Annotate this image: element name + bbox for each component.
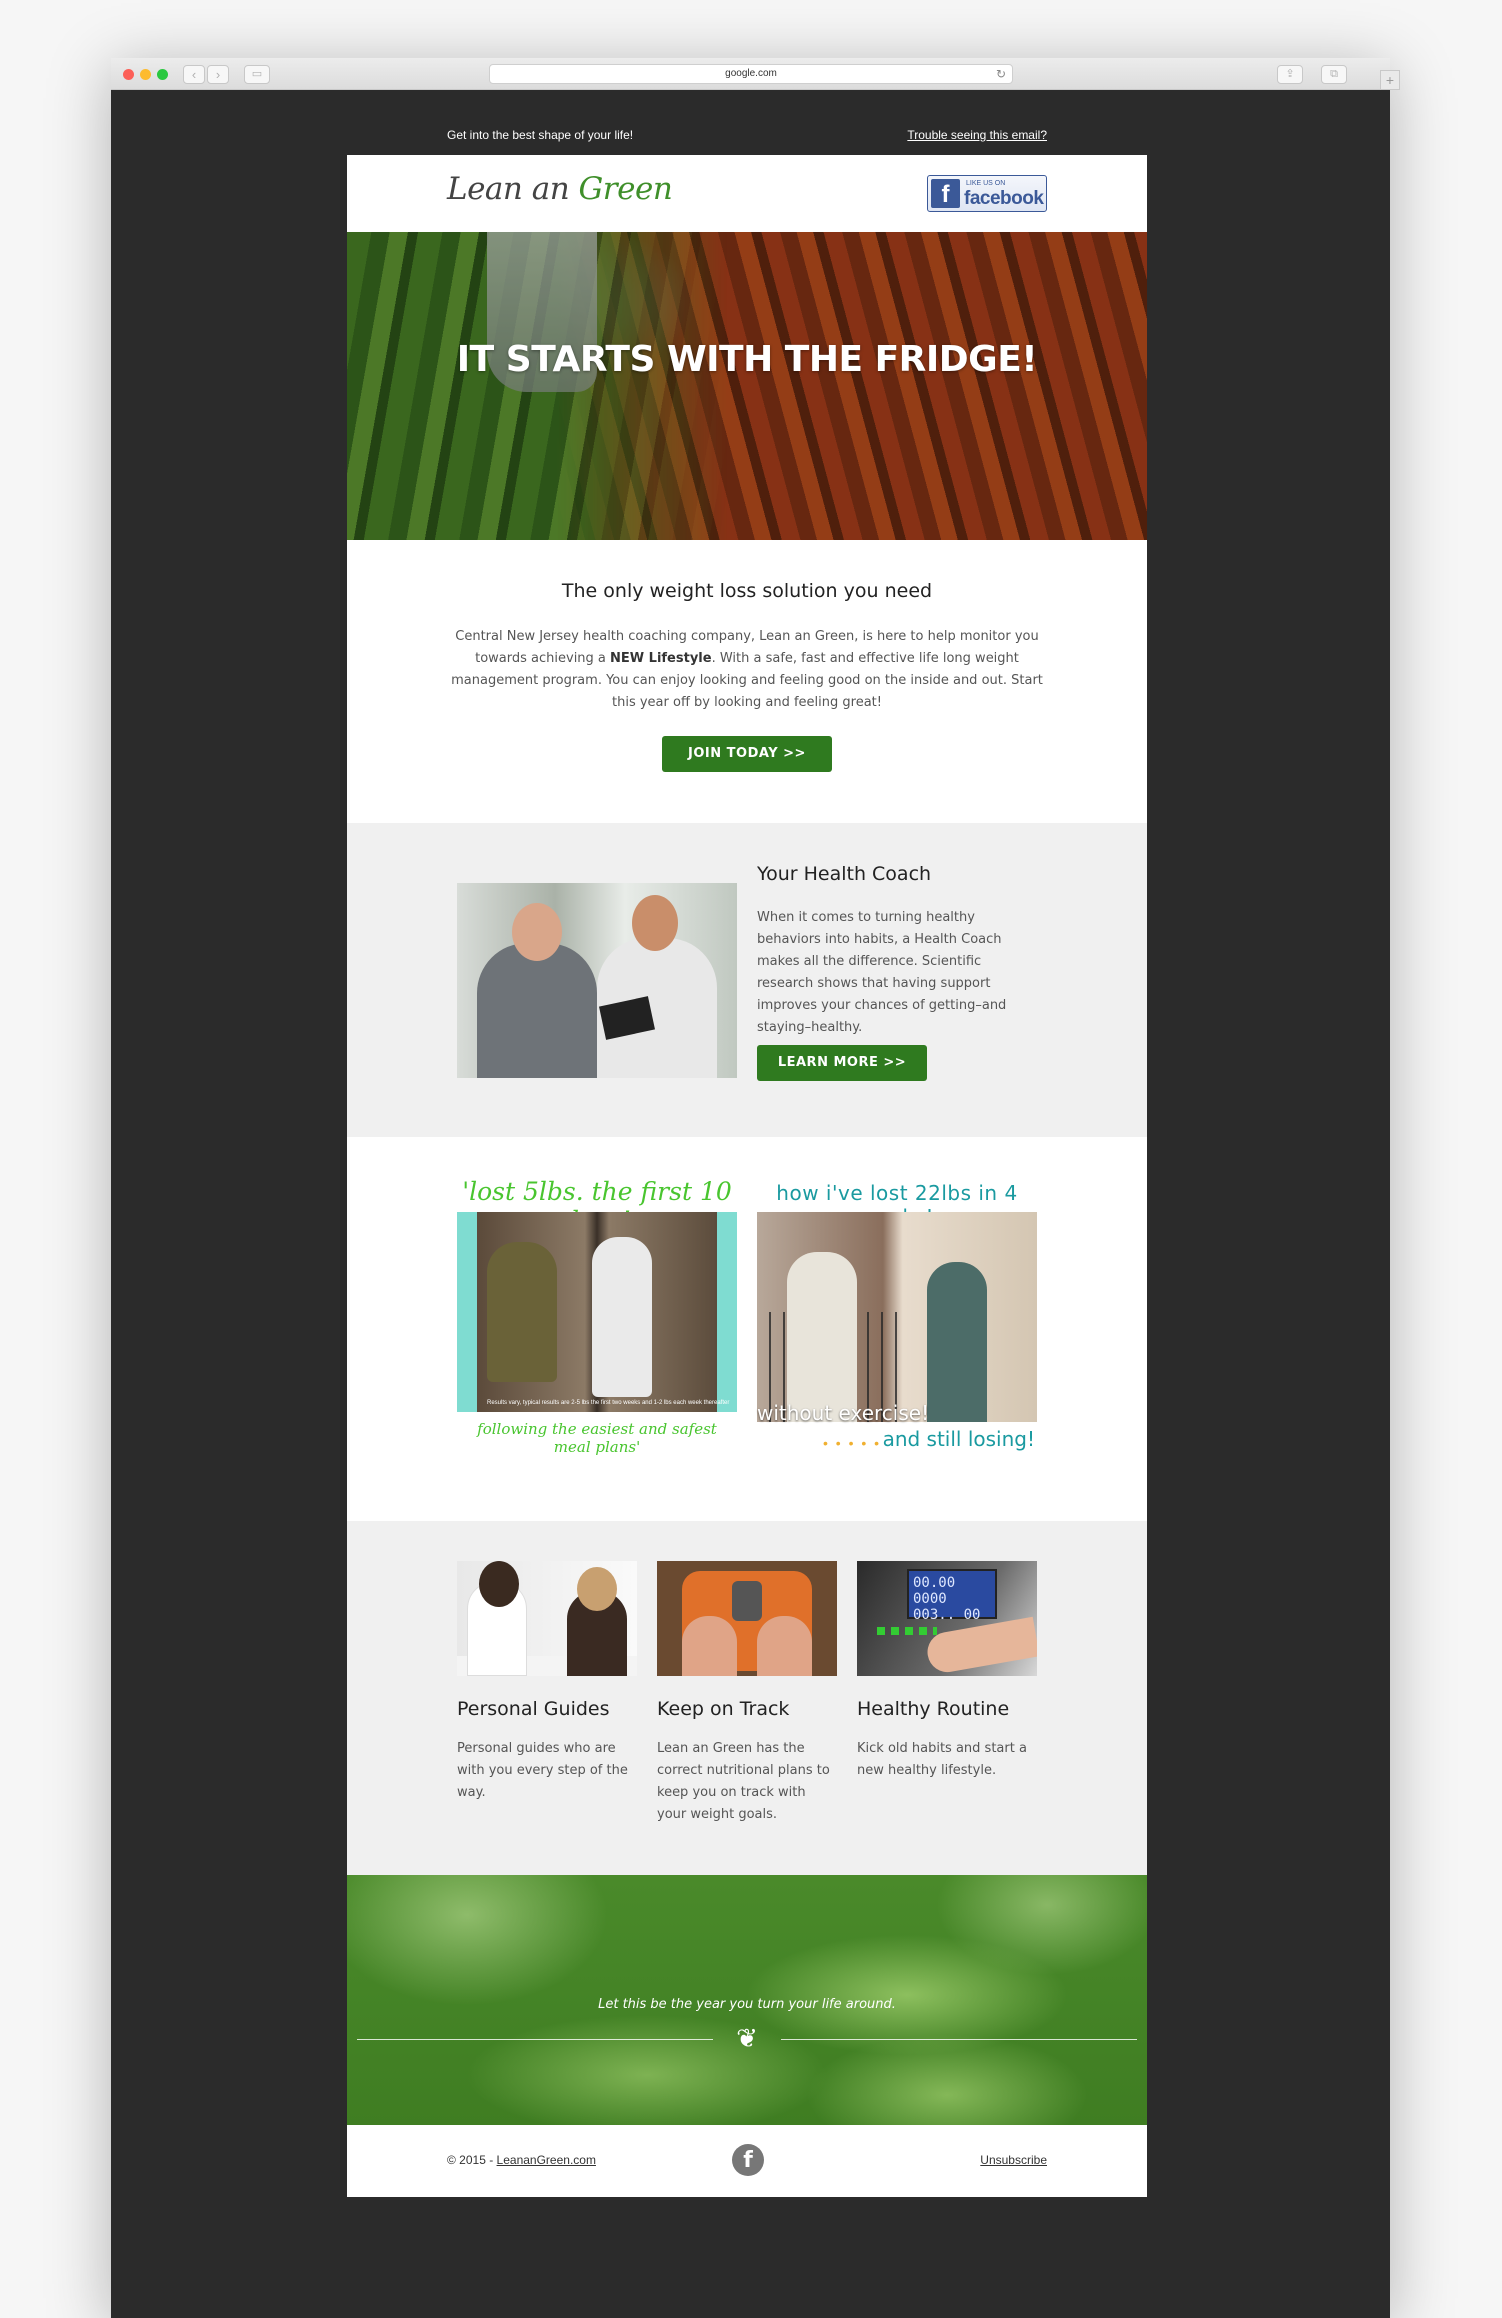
intro-body: Central New Jersey health coaching compa… bbox=[447, 626, 1047, 714]
photo-figure-client-head bbox=[512, 903, 562, 961]
intro-body-bold: NEW Lifestyle bbox=[610, 651, 712, 666]
logo-text-green: Green bbox=[578, 171, 673, 207]
email-preheader: Get into the best shape of your life! Tr… bbox=[347, 128, 1147, 158]
browser-window: ‹ › ▭ google.com ↻ ⇪ ⧉ + Get into the be… bbox=[111, 58, 1400, 2318]
learn-more-button[interactable]: LEARN MORE >> bbox=[757, 1045, 927, 1081]
join-today-button[interactable]: JOIN TODAY >> bbox=[662, 736, 832, 772]
facebook-like-button[interactable]: f LIKE US ON facebook bbox=[927, 175, 1047, 212]
photo-figure-coach-head bbox=[632, 895, 678, 951]
health-coach-body: When it comes to turning healthy behavio… bbox=[757, 910, 1007, 1035]
feature-body: Kick old habits and start a new healthy … bbox=[857, 1741, 1027, 1778]
logo-text-lean: Lean an bbox=[447, 171, 579, 207]
reload-icon[interactable]: ↻ bbox=[996, 65, 1006, 83]
photo-scale-dial bbox=[732, 1581, 762, 1621]
photo-figure-after bbox=[927, 1262, 987, 1422]
website-link[interactable]: LeananGreen.com bbox=[497, 2153, 596, 2167]
photo-figure-client-head bbox=[577, 1567, 617, 1611]
photo-hand bbox=[924, 1616, 1037, 1676]
testimonial-card: how i've lost 22lbs in 4 weeks! without … bbox=[757, 1177, 1037, 1457]
unsubscribe-link[interactable]: Unsubscribe bbox=[980, 2153, 1047, 2167]
photo-foot-right bbox=[757, 1616, 812, 1676]
quote-banner: Let this be the year you turn your life … bbox=[347, 1875, 1147, 2125]
hero-overlay bbox=[347, 232, 1147, 540]
feature-title: Healthy Routine bbox=[857, 1698, 1010, 1720]
feature-card-keep-on-track: Keep on Track Lean an Green has the corr… bbox=[657, 1561, 837, 1826]
feature-body: Lean an Green has the correct nutritiona… bbox=[657, 1741, 830, 1822]
photo-figure-before bbox=[487, 1242, 557, 1382]
results-disclaimer: Results vary, typical results are 2-5 lb… bbox=[487, 1400, 730, 1406]
divider-left bbox=[357, 2039, 713, 2040]
feature-image-personal-guides bbox=[457, 1561, 637, 1676]
feature-image-treadmill: 00.00 0000 003.. 00 bbox=[857, 1561, 1037, 1676]
divider-right bbox=[781, 2039, 1137, 2040]
email-body: Lean an Green f LIKE US ON facebook IT S… bbox=[347, 155, 1147, 2197]
quote-text: Let this be the year you turn your life … bbox=[598, 1997, 896, 2012]
logo-bar: Lean an Green f LIKE US ON facebook bbox=[347, 155, 1147, 232]
minimize-window-button[interactable] bbox=[140, 69, 151, 80]
health-coach-section: Your Health Coach When it comes to turni… bbox=[347, 823, 1147, 1137]
copyright-text: © 2015 - LeananGreen.com bbox=[447, 2153, 596, 2167]
facebook-like-big-text: facebook bbox=[964, 188, 1044, 209]
browser-toolbar: ‹ › ▭ google.com ↻ ⇪ ⧉ + bbox=[111, 58, 1400, 90]
hero-banner: IT STARTS WITH THE FRIDGE! bbox=[347, 232, 1147, 540]
testimonial-before-after-photo bbox=[757, 1212, 1037, 1422]
facebook-icon: f bbox=[931, 179, 960, 208]
hero-headline: IT STARTS WITH THE FRIDGE! bbox=[456, 339, 1038, 380]
share-icon[interactable]: ⇪ bbox=[1277, 65, 1303, 84]
treadmill-screen: 00.00 0000 003.. 00 bbox=[907, 1569, 997, 1623]
decorative-dots: • • • • • bbox=[823, 1435, 882, 1451]
copyright-prefix: © 2015 - bbox=[447, 2153, 497, 2167]
email-footer: © 2015 - LeananGreen.com f Unsubscribe bbox=[347, 2125, 1147, 2197]
testimonial-caption-bottom: and still losing! bbox=[882, 1427, 1035, 1451]
brand-logo[interactable]: Lean an Green bbox=[447, 171, 673, 207]
photo-figure-after bbox=[592, 1237, 652, 1397]
facebook-icon[interactable]: f bbox=[732, 2144, 764, 2176]
new-tab-button[interactable]: + bbox=[1380, 70, 1400, 90]
testimonials-section: 'lost 5lbs. the first 10 days! Results v… bbox=[347, 1137, 1147, 1521]
testimonial-card: 'lost 5lbs. the first 10 days! Results v… bbox=[457, 1177, 737, 1456]
health-coach-title: Your Health Coach bbox=[757, 863, 932, 885]
photo-figure-before bbox=[787, 1252, 857, 1422]
photo-figure-client bbox=[477, 943, 597, 1078]
feature-body: Personal guides who are with you every s… bbox=[457, 1741, 628, 1800]
feature-title: Personal Guides bbox=[457, 1698, 610, 1720]
testimonial-before-after-photo: Results vary, typical results are 2-5 lb… bbox=[457, 1212, 737, 1412]
feature-card-healthy-routine: 00.00 0000 003.. 00 Healthy Routine Kick… bbox=[857, 1561, 1037, 1782]
tabs-icon[interactable]: ⧉ bbox=[1321, 65, 1347, 84]
testimonial-caption-bottom: following the easiest and safest meal pl… bbox=[477, 1420, 717, 1456]
zoom-window-button[interactable] bbox=[157, 69, 168, 80]
intro-section: The only weight loss solution you need C… bbox=[347, 540, 1147, 823]
ornament-icon: ❦ bbox=[736, 2023, 758, 2053]
facebook-like-small-text: LIKE US ON bbox=[966, 180, 1006, 187]
photo-figure-guide-head bbox=[479, 1561, 519, 1607]
intro-title: The only weight loss solution you need bbox=[561, 580, 933, 602]
address-bar[interactable]: google.com ↻ bbox=[489, 64, 1013, 84]
feature-title: Keep on Track bbox=[657, 1698, 790, 1720]
photo-foot-left bbox=[682, 1616, 737, 1676]
forward-button[interactable]: › bbox=[207, 65, 229, 84]
back-button[interactable]: ‹ bbox=[183, 65, 205, 84]
close-window-button[interactable] bbox=[123, 69, 134, 80]
trouble-viewing-link[interactable]: Trouble seeing this email? bbox=[907, 128, 1047, 142]
sidebar-icon[interactable]: ▭ bbox=[244, 65, 270, 84]
health-coach-photo bbox=[457, 883, 737, 1078]
preheader-tagline: Get into the best shape of your life! bbox=[447, 128, 634, 142]
treadmill-buttons bbox=[877, 1627, 937, 1635]
feature-image-scale bbox=[657, 1561, 837, 1676]
address-text: google.com bbox=[725, 68, 777, 79]
feature-card-personal-guides: Personal Guides Personal guides who are … bbox=[457, 1561, 637, 1804]
features-section: Personal Guides Personal guides who are … bbox=[347, 1521, 1147, 1875]
testimonial-overlay-text: without exercise! bbox=[757, 1401, 930, 1425]
